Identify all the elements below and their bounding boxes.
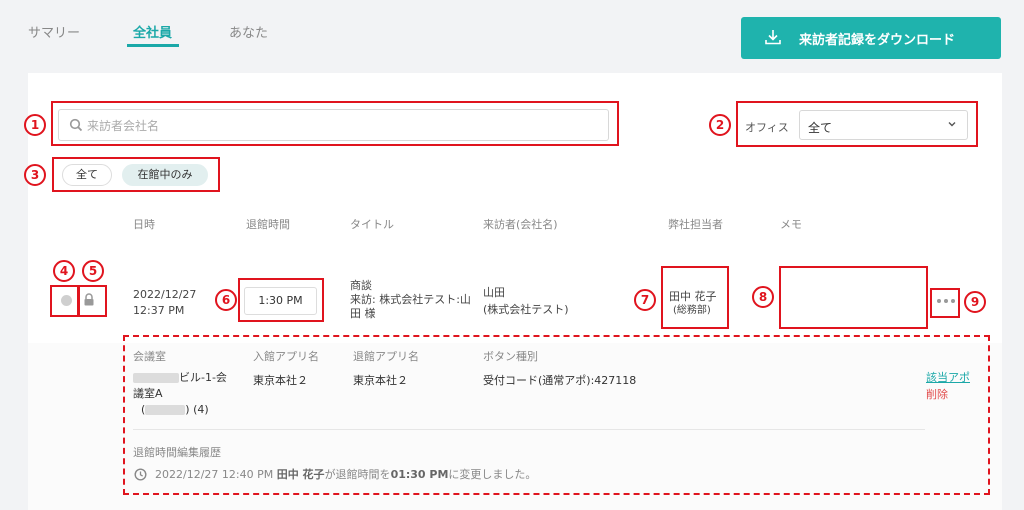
- room-paren-open: (: [141, 403, 146, 416]
- annotation-box-1: [51, 101, 619, 146]
- annotation-box-9: [930, 288, 960, 318]
- checkout-app-value: 東京本社２: [353, 374, 408, 387]
- title-line-2: 来訪: 株式会社テスト:山: [350, 293, 471, 306]
- tab-you[interactable]: あなた: [229, 22, 268, 41]
- annotation-box-7: [661, 266, 729, 329]
- title-line-3: 田 様: [350, 307, 376, 320]
- annotation-box-4: [50, 285, 79, 317]
- header-visitor: 来訪者(会社名): [483, 218, 558, 231]
- detail-header-room: 会議室: [133, 350, 166, 363]
- download-button-label: 来訪者記録をダウンロード: [799, 33, 956, 48]
- annotation-box-3: [52, 157, 220, 192]
- visitor-name: 山田: [483, 286, 505, 299]
- button-type-value: 受付コード(通常アポ):427118: [483, 374, 637, 387]
- annotation-box-8: [779, 266, 928, 329]
- title-line-1: 商談: [350, 279, 372, 292]
- annotation-box-6: [238, 278, 324, 322]
- visitor-company: (株式会社テスト): [483, 303, 569, 316]
- checkin-app-value: 東京本社２: [253, 374, 308, 387]
- header-host: 弊社担当者: [668, 218, 723, 231]
- annotation-number-2: 2: [709, 114, 731, 136]
- room-line-1: ビル-1-会: [179, 371, 227, 384]
- history-user: 田中 花子: [276, 468, 325, 481]
- annotation-number-9: 9: [964, 291, 986, 313]
- annotation-number-5: 5: [82, 260, 104, 282]
- detail-divider: [133, 429, 925, 430]
- visit-time: 12:37 PM: [133, 304, 185, 317]
- annotation-number-4: 4: [53, 260, 75, 282]
- annotation-box-2: [736, 101, 978, 147]
- delete-link[interactable]: 削除: [926, 386, 948, 402]
- header-checkout-time: 退館時間: [246, 218, 290, 231]
- header-title: タイトル: [350, 218, 394, 231]
- detail-header-checkin-app: 入館アプリ名: [253, 350, 319, 363]
- history-end: に変更しました。: [448, 468, 537, 481]
- history-value: 01:30 PM: [390, 468, 449, 481]
- active-tab-indicator: [127, 44, 179, 47]
- download-visitor-records-button[interactable]: 来訪者記録をダウンロード: [741, 17, 1001, 59]
- room-capacity: ) (4): [185, 403, 209, 416]
- room-line-2: 議室A: [133, 387, 163, 400]
- header-memo: メモ: [780, 218, 802, 231]
- history-time: 2022/12/27 12:40 PM: [155, 468, 274, 481]
- annotation-number-7: 7: [634, 289, 656, 311]
- annotation-number-3: 3: [24, 164, 46, 186]
- history-title: 退館時間編集履歴: [133, 446, 221, 459]
- download-icon: [765, 30, 781, 45]
- detail-header-button-type: ボタン種別: [483, 350, 538, 363]
- related-appointment-link[interactable]: 該当アポ: [926, 369, 970, 385]
- history-mid: が退館時間を: [324, 468, 391, 481]
- history-entry: 2022/12/27 12:40 PM 田中 花子が退館時間を01:30 PMに…: [155, 467, 536, 483]
- header-date: 日時: [133, 218, 155, 231]
- detail-header-checkout-app: 退館アプリ名: [353, 350, 419, 363]
- annotation-number-6: 6: [215, 289, 237, 311]
- visit-date: 2022/12/27: [133, 288, 197, 301]
- tab-all-employees[interactable]: 全社員: [133, 22, 172, 41]
- annotation-box-5: [78, 285, 107, 317]
- tab-summary[interactable]: サマリー: [28, 22, 80, 41]
- annotation-number-1: 1: [24, 114, 46, 136]
- room-name: ビル-1-会 議室A ( ) (4): [133, 370, 227, 418]
- clock-icon: [134, 468, 147, 481]
- annotation-number-8: 8: [752, 286, 774, 308]
- redacted-block: [133, 373, 179, 383]
- redacted-block: [145, 405, 186, 415]
